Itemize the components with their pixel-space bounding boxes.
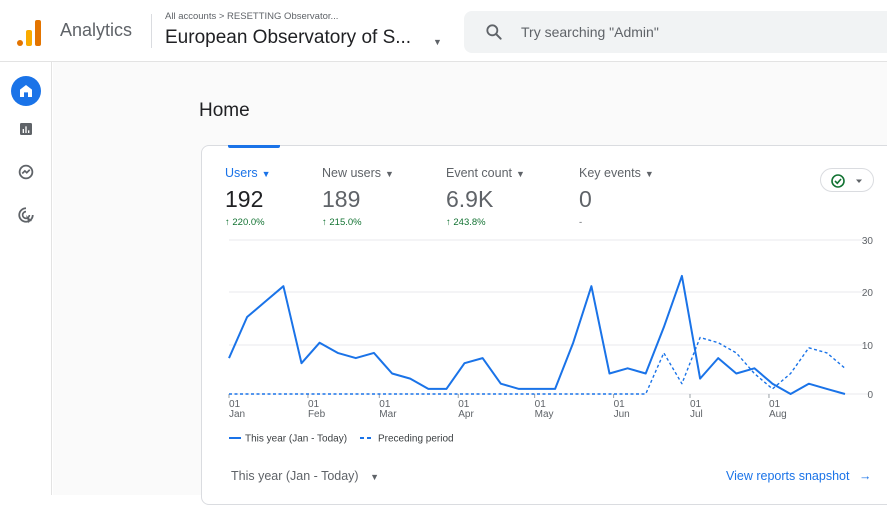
view-reports-snapshot-link[interactable]: View reports snapshot → (726, 469, 871, 483)
series-line-preceding (229, 336, 846, 395)
x-tick-label: Aug (769, 409, 787, 420)
date-range-label: This year (Jan - Today) (231, 469, 359, 483)
date-range-selector[interactable]: This year (Jan - Today) ▼ (231, 469, 379, 483)
link-label: View reports snapshot (726, 469, 850, 483)
x-tick-label: Feb (308, 409, 326, 420)
x-tick-label: Mar (379, 409, 397, 420)
caret-down-icon: ▼ (370, 472, 380, 482)
series-line-this-year (228, 274, 846, 395)
x-tick-label: Jul (690, 409, 703, 420)
y-tick-label: 30 (862, 236, 874, 247)
arrow-right-icon: → (858, 469, 872, 483)
legend-label: This year (Jan - Today) (245, 434, 347, 445)
x-tick-label: May (535, 409, 554, 420)
y-tick-label: 10 (862, 341, 874, 352)
x-tick-label: Jun (614, 409, 630, 420)
x-tick-label: Apr (458, 409, 474, 420)
y-tick-label: 20 (862, 288, 874, 299)
legend-label: Preceding period (378, 434, 454, 445)
users-line-chart: 302010001Jan01Feb01Mar01Apr01May01Jun01J… (228, 236, 874, 445)
x-tick-label: Jan (229, 409, 245, 420)
y-tick-label: 0 (867, 390, 873, 401)
